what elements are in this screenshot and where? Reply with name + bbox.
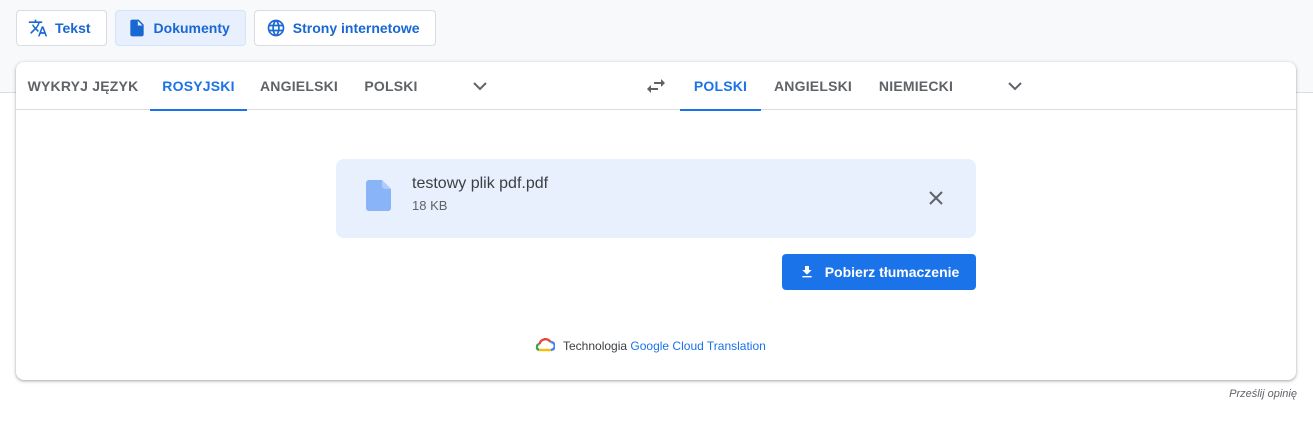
more-source-languages-button[interactable] (464, 70, 496, 102)
mode-tab-documents[interactable]: Dokumenty (114, 10, 246, 46)
attribution: Technologia Google Cloud Translation (536, 338, 766, 353)
remove-file-button[interactable] (920, 182, 952, 214)
file-icon (366, 180, 391, 216)
file-name: testowy plik pdf.pdf (412, 175, 549, 192)
mode-tab-documents-label: Dokumenty (153, 20, 230, 36)
source-tab-russian[interactable]: ROSYJSKI (150, 62, 247, 111)
source-tab-detect-label: WYKRYJ JĘZYK (27, 78, 139, 94)
send-feedback-link[interactable]: Prześlij opinię (1196, 388, 1297, 400)
document-icon (127, 18, 147, 38)
mode-tab-text-label: Tekst (55, 20, 91, 36)
file-size: 18 KB (412, 198, 448, 213)
source-tab-polish-label: POLSKI (364, 78, 418, 94)
swap-icon (647, 79, 665, 93)
target-tab-english[interactable]: ANGIELSKI (761, 62, 865, 110)
download-translation-label: Pobierz tłumaczenie (824, 264, 960, 280)
translate-icon (28, 18, 48, 38)
attribution-prefix: Technologia (563, 338, 628, 353)
mode-tab-websites-label: Strony internetowe (292, 20, 420, 36)
source-tab-english-label: ANGIELSKI (259, 78, 339, 94)
globe-icon (266, 18, 286, 38)
cloud-translation-link[interactable]: Google Cloud Translation (630, 339, 765, 353)
google-cloud-icon (536, 338, 555, 352)
swap-languages-button[interactable] (640, 70, 672, 102)
source-tab-english[interactable]: ANGIELSKI (247, 62, 351, 110)
chevron-down-icon (473, 82, 487, 91)
target-tab-german-label: NIEMIECKI (878, 78, 954, 94)
source-tab-polish[interactable]: POLSKI (351, 62, 431, 110)
mode-bar: Tekst Dokumenty Strony internetowe (16, 10, 436, 46)
target-tab-polish[interactable]: POLSKI (680, 62, 761, 111)
source-tab-detect[interactable]: WYKRYJ JĘZYK (16, 62, 150, 110)
more-target-languages-button[interactable] (999, 70, 1031, 102)
target-tab-polish-label: POLSKI (693, 78, 748, 94)
download-translation-button[interactable]: Pobierz tłumaczenie (782, 254, 976, 290)
target-tab-english-label: ANGIELSKI (773, 78, 853, 94)
language-bar: WYKRYJ JĘZYK ROSYJSKI ANGIELSKI POLSKI P… (16, 62, 1296, 111)
mode-tab-text[interactable]: Tekst (16, 10, 107, 46)
uploaded-file: testowy plik pdf.pdf 18 KB (336, 159, 976, 238)
target-tab-german[interactable]: NIEMIECKI (865, 62, 967, 110)
chevron-down-icon (1008, 82, 1022, 91)
download-icon (802, 266, 812, 278)
translator-card: WYKRYJ JĘZYK ROSYJSKI ANGIELSKI POLSKI P… (16, 62, 1296, 380)
mode-tab-websites[interactable]: Strony internetowe (253, 10, 436, 46)
source-tab-russian-label: ROSYJSKI (162, 78, 235, 94)
close-icon (929, 191, 943, 205)
